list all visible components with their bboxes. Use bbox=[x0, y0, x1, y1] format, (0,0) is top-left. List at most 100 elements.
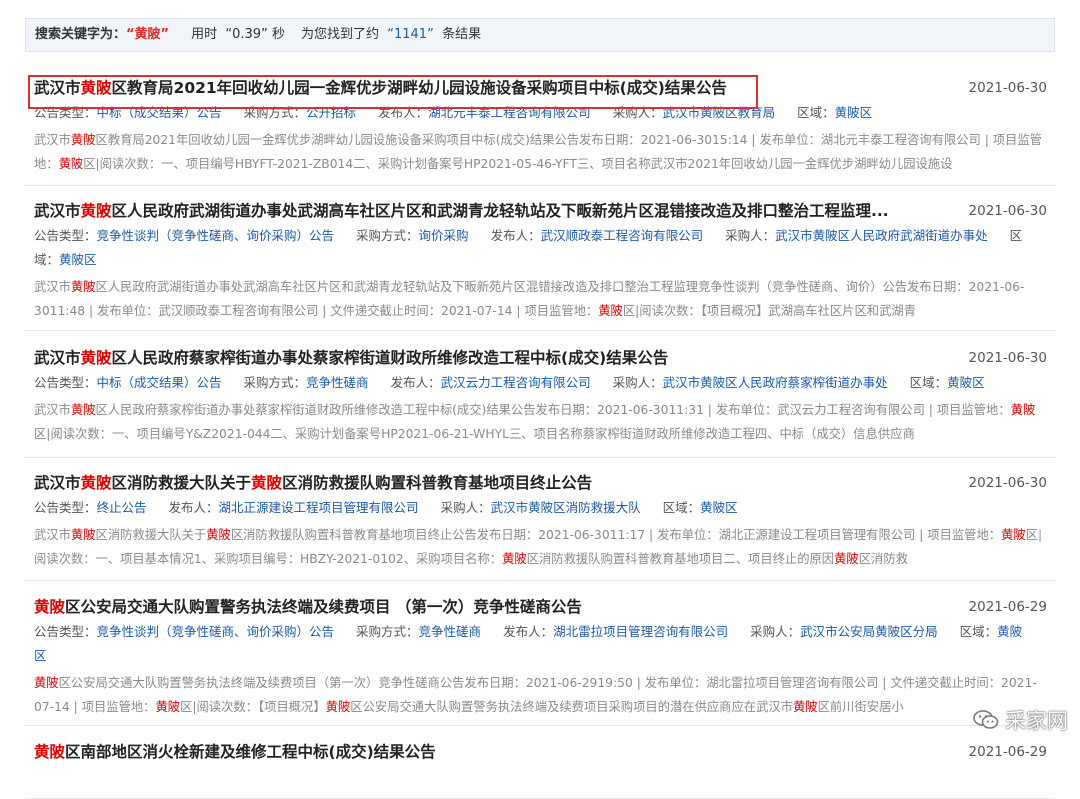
meta-label: 区域： bbox=[797, 105, 835, 120]
meta-label: 采购人： bbox=[440, 500, 491, 515]
meta-value-link[interactable]: 黄陂区 bbox=[700, 500, 738, 515]
meta-value-link[interactable]: 中标（成交结果）公告 bbox=[97, 105, 222, 120]
meta-label: 公告类型： bbox=[34, 375, 97, 390]
result-title-row: 黄陂区公安局交通大队购置警务执法终端及续费项目 （第一次）竞争性磋商公告 2021… bbox=[34, 594, 1047, 620]
result-meta: 公告类型：中标（成交结果）公告 采购方式：竞争性磋商 发布人：武汉云力工程咨询有限公… bbox=[34, 371, 1047, 395]
keyword-highlight: 黄陂 bbox=[70, 133, 96, 147]
keyword-highlight: 黄陂 bbox=[598, 304, 623, 318]
meta-value-link[interactable]: 终止公告 bbox=[97, 500, 147, 515]
result-meta: 公告类型：竞争性谈判（竞争性磋商、询价采购）公告 采购方式：竞争性磋商 发布人：湖北… bbox=[34, 620, 1047, 668]
summary-keyword: “黄陂” bbox=[126, 27, 170, 42]
result-meta: 公告类型：中标（成交结果）公告 采购方式：公开招标 发布人：湖北元丰泰工程咨询有限公… bbox=[34, 101, 1047, 125]
meta-value-link[interactable]: 湖北元丰泰工程咨询有限公司 bbox=[428, 105, 591, 120]
meta-value-link[interactable]: 武汉市黄陂区消防救援大队 bbox=[491, 500, 641, 515]
meta-label: 公告类型： bbox=[34, 624, 97, 639]
meta-label: 发布人： bbox=[390, 375, 441, 390]
text-segment: 武汉市 bbox=[34, 280, 71, 294]
result-meta: 公告类型：竞争性谈判（竞争性磋商、询价采购）公告 采购方式：询价采购 发布人：武汉顺… bbox=[34, 224, 1047, 272]
summary-count-value: “1141” bbox=[387, 27, 434, 42]
summary-time-pre: 用时 bbox=[191, 27, 218, 42]
text-segment: 区|阅读次数：一、项目编号HBYFT-2021-ZB014二、采购计划备案号HP… bbox=[83, 157, 953, 171]
text-segment: 区|阅读次数：【项目概况】武湖高车社区片区和武湖青 bbox=[622, 304, 916, 318]
meta-label: 区域： bbox=[662, 500, 701, 515]
text-segment: 区人民政府蔡家榨街道办事处蔡家榨街道财政所维修改造工程中标(成交)结果公告发布日… bbox=[95, 403, 1011, 417]
text-segment: 区人民政府武湖街道办事处武湖高车社区片区和武湖青龙轻轨站及下畈新苑片区混错接改造… bbox=[111, 202, 889, 220]
result-title-link[interactable]: 武汉市黄陂区人民政府武湖街道办事处武湖高车社区片区和武湖青龙轻轨站及下畈新苑片区… bbox=[34, 198, 914, 224]
keyword-highlight: 黄陂 bbox=[251, 474, 283, 492]
result-item: 黄陂区公安局交通大队购置警务执法终端及续费项目 （第一次）竞争性磋商公告 2021… bbox=[25, 594, 1055, 726]
result-item: 武汉市黄陂区教育局2021年回收幼儿园一金辉优步湖畔幼儿园设施设备采购项目中标(… bbox=[25, 75, 1055, 186]
text-segment: 区消防救援大队关于 bbox=[95, 528, 207, 542]
meta-value-link[interactable]: 武汉云力工程咨询有限公司 bbox=[441, 375, 591, 390]
meta-value-link[interactable]: 武汉市黄陂区人民政府武湖街道办事处 bbox=[775, 228, 988, 243]
meta-label: 发布人： bbox=[503, 624, 554, 639]
result-title-link[interactable]: 黄陂区公安局交通大队购置警务执法终端及续费项目 （第一次）竞争性磋商公告 bbox=[34, 594, 914, 620]
result-title-link[interactable]: 黄陂区南部地区消火栓新建及维修工程中标(成交)结果公告 bbox=[34, 739, 914, 765]
result-title-row: 黄陂区南部地区消火栓新建及维修工程中标(成交)结果公告 2021-06-29 bbox=[34, 739, 1047, 765]
result-title-link[interactable]: 武汉市黄陂区消防救援大队关于黄陂区消防救援队购置科普教育基地项目终止公告 bbox=[34, 470, 914, 496]
search-summary: 搜索关键字为：“黄陂” 用时 “0.39” 秒为您找到了约 “1141” 条结果 bbox=[25, 18, 1055, 52]
wechat-icon bbox=[973, 710, 999, 729]
keyword-highlight: 黄陂 bbox=[80, 202, 112, 220]
text-segment: 区消防救 bbox=[858, 552, 908, 566]
result-item: 武汉市黄陂区消防救援大队关于黄陂区消防救援队购置科普教育基地项目终止公告 2021… bbox=[25, 470, 1055, 581]
keyword-highlight: 黄陂 bbox=[1010, 403, 1036, 417]
meta-value-link[interactable]: 武汉市黄陂区人民政府蔡家榨街道办事处 bbox=[663, 375, 888, 390]
text-segment: 武汉市 bbox=[34, 528, 71, 542]
meta-value-link[interactable]: 湖北雷拉项目管理咨询有限公司 bbox=[553, 624, 728, 639]
text-segment: 区南部地区消火栓新建及维修工程中标(成交)结果公告 bbox=[65, 743, 436, 761]
result-title-row: 武汉市黄陂区人民政府蔡家榨街道办事处蔡家榨街道财政所维修改造工程中标(成交)结果… bbox=[34, 345, 1047, 371]
meta-label: 发布人： bbox=[490, 228, 541, 243]
keyword-highlight: 黄陂 bbox=[34, 743, 66, 761]
meta-value-link[interactable]: 竞争性谈判（竞争性磋商、询价采购）公告 bbox=[97, 228, 335, 243]
summary-time-value: “0.39” bbox=[225, 27, 268, 42]
keyword-highlight: 黄陂 bbox=[325, 700, 351, 714]
result-date: 2021-06-30 bbox=[968, 350, 1047, 366]
text-segment: 区公安局交通大队购置警务执法终端及续费项目采购项目的潜在供应商应在武汉市 bbox=[350, 700, 793, 714]
result-item: 武汉市黄陂区人民政府武湖街道办事处武湖高车社区片区和武湖青龙轻轨站及下畈新苑片区… bbox=[25, 198, 1055, 331]
keyword-highlight: 黄陂 bbox=[206, 528, 231, 542]
result-title-link[interactable]: 武汉市黄陂区人民政府蔡家榨街道办事处蔡家榨街道财政所维修改造工程中标(成交)结果… bbox=[34, 345, 914, 371]
meta-label: 发布人： bbox=[378, 105, 429, 120]
meta-value-link[interactable]: 武汉市公安局黄陂区分局 bbox=[800, 624, 938, 639]
text-segment: 武汉市 bbox=[34, 349, 81, 367]
meta-value-link[interactable]: 武汉顺政泰工程咨询有限公司 bbox=[541, 228, 704, 243]
text-segment: 武汉市 bbox=[34, 202, 81, 220]
keyword-highlight: 黄陂 bbox=[80, 474, 112, 492]
result-meta: 公告类型：终止公告 发布人：湖北正源建设工程项目管理有限公司 采购人：武汉市黄陂区消… bbox=[34, 496, 1047, 520]
text-segment: 武汉市 bbox=[34, 133, 71, 147]
meta-value-link[interactable]: 黄陂区 bbox=[947, 375, 985, 390]
meta-value-link[interactable]: 竞争性磋商 bbox=[419, 624, 482, 639]
result-title-link[interactable]: 武汉市黄陂区教育局2021年回收幼儿园一金辉优步湖畔幼儿园设施设备采购项目中标(… bbox=[34, 75, 914, 101]
result-date: 2021-06-30 bbox=[968, 80, 1047, 96]
meta-value-link[interactable]: 湖北正源建设工程项目管理有限公司 bbox=[219, 500, 419, 515]
keyword-highlight: 黄陂 bbox=[34, 598, 66, 616]
text-segment: 区公安局交通大队购置警务执法终端及续费项目 （第一次）竞争性磋商公告 bbox=[65, 598, 582, 616]
meta-label: 采购方式： bbox=[243, 105, 307, 120]
meta-value-link[interactable]: 黄陂区 bbox=[835, 105, 873, 120]
result-snippet: 武汉市黄陂区人民政府武湖街道办事处武湖高车社区片区和武湖青龙轻轨站及下畈新苑片区… bbox=[34, 275, 1047, 323]
meta-value-link[interactable]: 竞争性磋商 bbox=[306, 375, 369, 390]
result-date: 2021-06-29 bbox=[968, 744, 1047, 760]
meta-label: 采购人： bbox=[725, 228, 776, 243]
meta-label: 公告类型： bbox=[34, 105, 97, 120]
keyword-highlight: 黄陂 bbox=[80, 79, 112, 97]
meta-value-link[interactable]: 询价采购 bbox=[419, 228, 469, 243]
text-segment: 区前川街安居小 bbox=[817, 700, 904, 714]
keyword-highlight: 黄陂 bbox=[834, 552, 859, 566]
meta-value-link[interactable]: 竞争性谈判（竞争性磋商、询价采购）公告 bbox=[97, 624, 335, 639]
meta-value-link[interactable]: 武汉市黄陂区教育局 bbox=[663, 105, 776, 120]
meta-value-link[interactable]: 公开招标 bbox=[306, 105, 356, 120]
keyword-highlight: 黄陂 bbox=[70, 528, 96, 542]
summary-count-unit: 条结果 bbox=[442, 27, 482, 42]
meta-value-link[interactable]: 中标（成交结果）公告 bbox=[97, 375, 222, 390]
result-snippet: 武汉市黄陂区消防救援大队关于黄陂区消防救援队购置科普教育基地项目终止公告发布日期… bbox=[34, 523, 1047, 571]
meta-label: 采购人： bbox=[612, 105, 663, 120]
meta-label: 区域： bbox=[959, 624, 998, 639]
meta-label: 采购人： bbox=[750, 624, 801, 639]
text-segment: 区人民政府蔡家榨街道办事处蔡家榨街道财政所维修改造工程中标(成交)结果公告 bbox=[111, 349, 669, 367]
text-segment: 区|阅读次数：【项目概况】 bbox=[180, 700, 326, 714]
meta-value-link[interactable]: 黄陂区 bbox=[59, 252, 97, 267]
text-segment: 武汉市 bbox=[34, 474, 81, 492]
watermark-text: 采家网 bbox=[1005, 709, 1068, 733]
